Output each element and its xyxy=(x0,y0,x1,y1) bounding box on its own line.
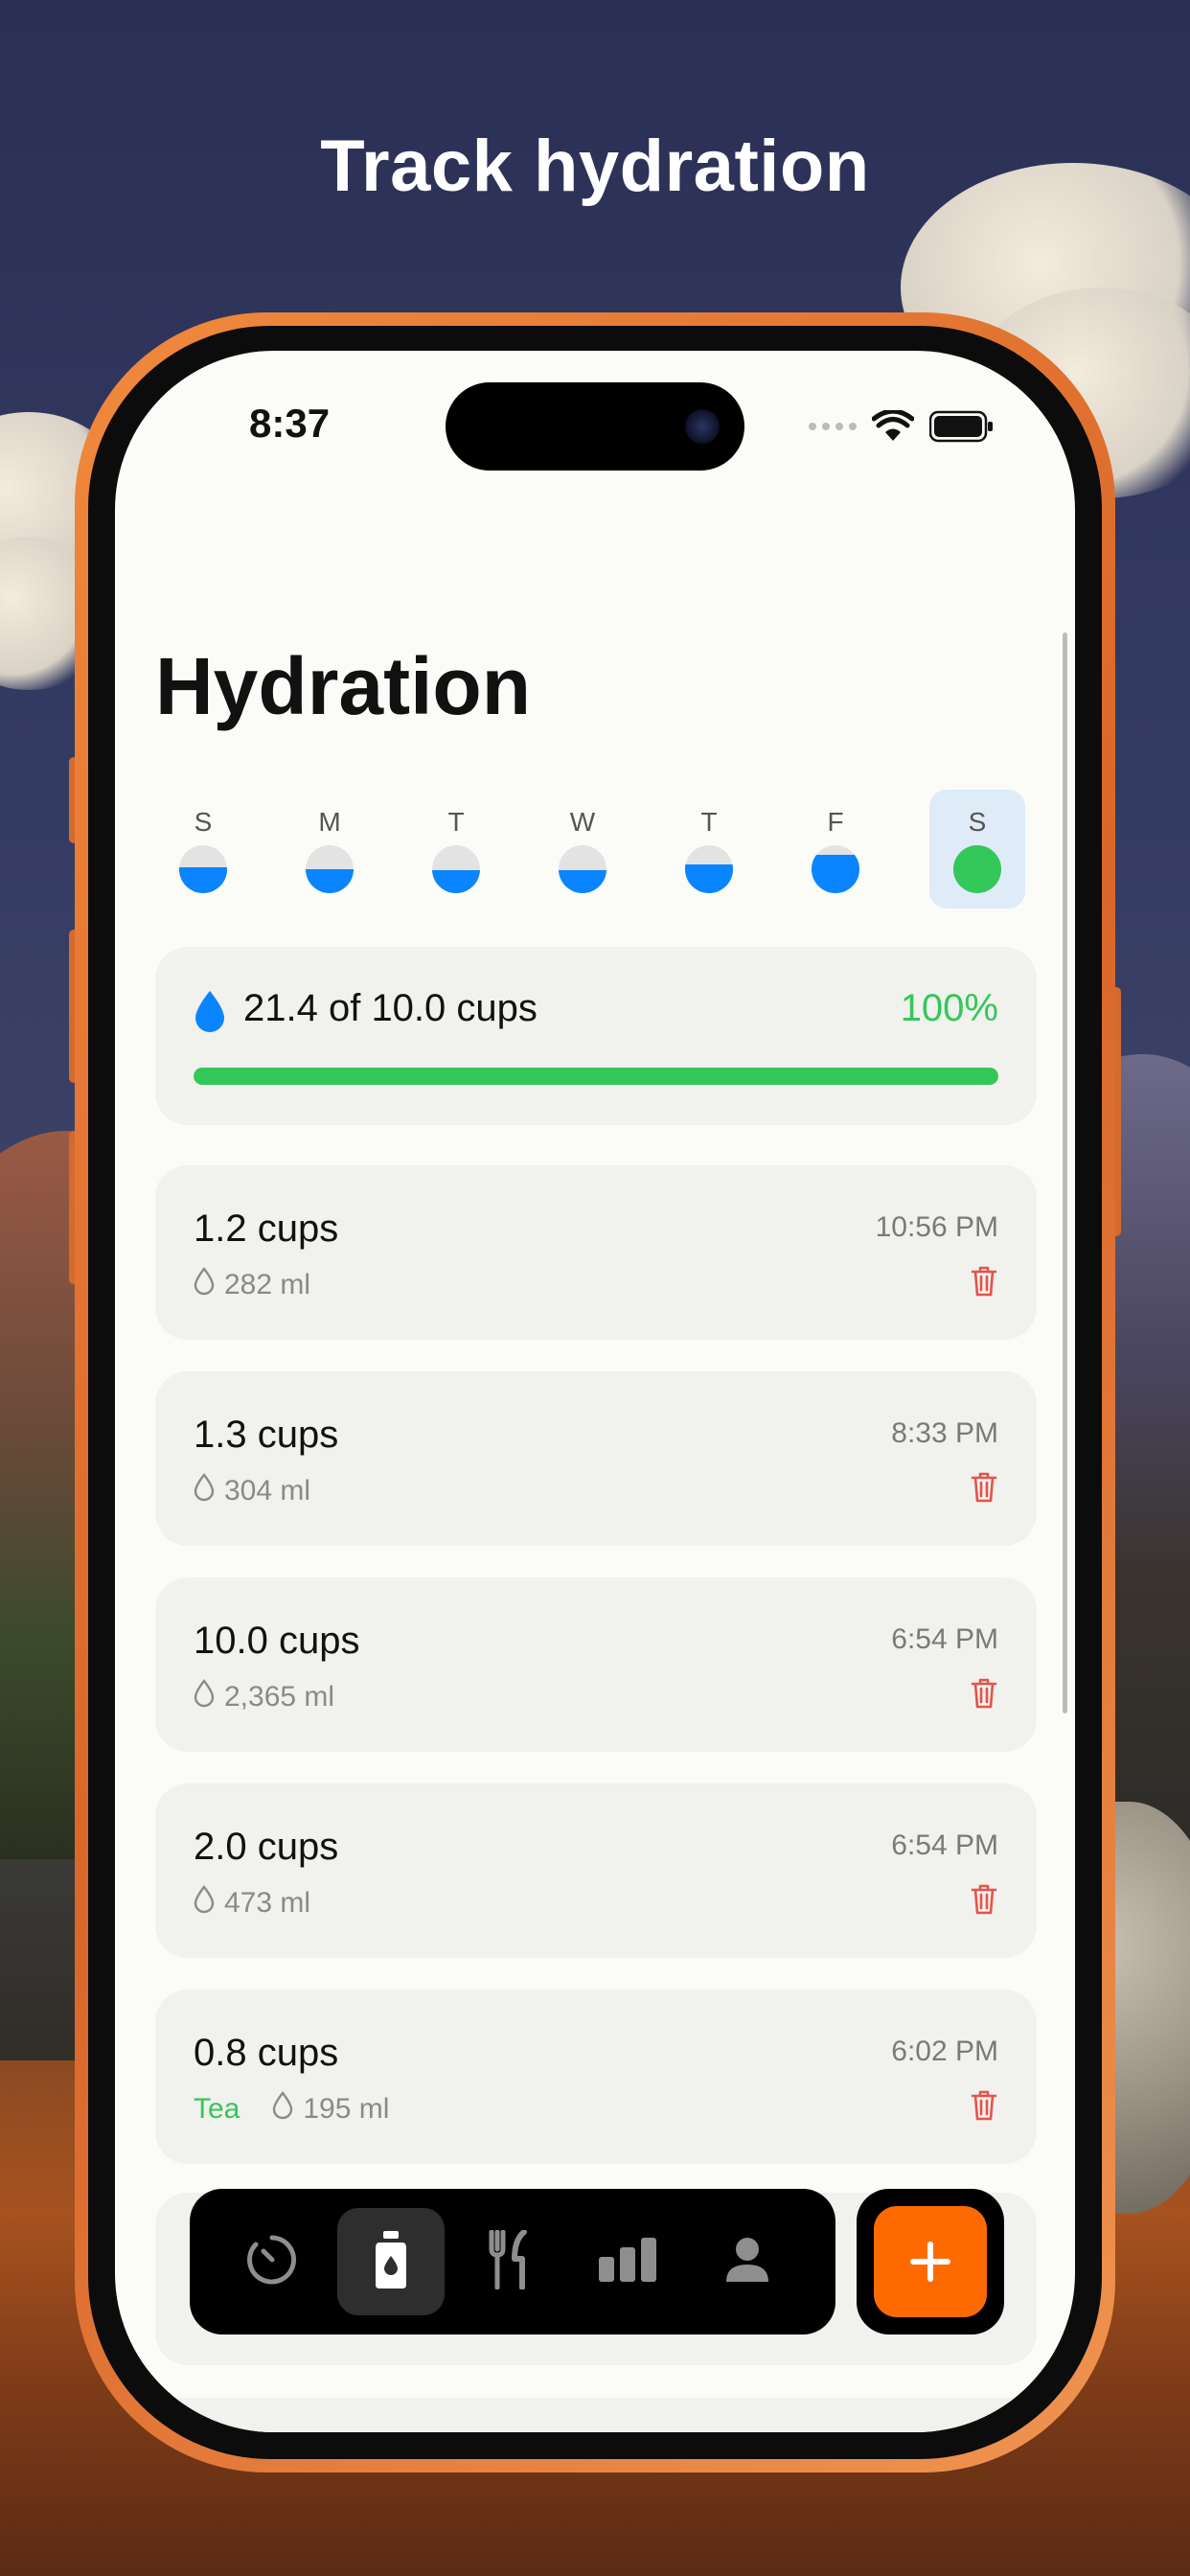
intake-entry[interactable]: 2.0 cups 6:54 PM 473 ml xyxy=(155,1783,1037,1958)
day-progress-fill xyxy=(685,864,733,893)
intake-progress-bar xyxy=(194,1068,998,1085)
day-letter: T xyxy=(700,807,718,837)
day-letter: W xyxy=(569,807,596,837)
day-4[interactable]: T xyxy=(661,790,757,908)
page-title: Hydration xyxy=(155,641,532,731)
entry-time: 6:54 PM xyxy=(891,1829,998,1861)
dynamic-island xyxy=(446,382,744,471)
entry-ml: 473 ml xyxy=(224,1887,311,1919)
camera-icon xyxy=(685,409,720,444)
status-time: 8:37 xyxy=(249,401,331,446)
day-progress-circle xyxy=(559,845,606,893)
day-progress-fill xyxy=(812,855,859,893)
trash-icon[interactable] xyxy=(970,2089,998,2127)
entry-details: Tea 195 ml xyxy=(194,2091,389,2128)
entry-amount: 1.3 cups xyxy=(194,1414,339,1456)
add-entry-button[interactable] xyxy=(874,2206,987,2317)
day-letter: S xyxy=(194,807,213,837)
intake-entry[interactable]: 10.0 cups 6:54 PM 2,365 ml xyxy=(155,1577,1037,1752)
day-letter: S xyxy=(968,807,987,837)
entry-details: 304 ml xyxy=(194,1473,310,1509)
day-3[interactable]: W xyxy=(535,790,630,908)
day-letter: F xyxy=(827,807,844,837)
entry-amount: 1.2 cups xyxy=(194,1208,339,1250)
phone-screen: 8:37 Hydration S M T W T F S 21.4 of 10.0 cups… xyxy=(115,351,1075,2432)
tab-person[interactable] xyxy=(694,2208,801,2315)
trash-icon[interactable] xyxy=(970,1471,998,1508)
daily-summary-card: 21.4 of 10.0 cups 100% xyxy=(155,947,1037,1125)
day-progress-circle xyxy=(953,845,1001,893)
day-progress-circle xyxy=(306,845,354,893)
day-progress-fill xyxy=(432,870,480,893)
scroll-indicator[interactable] xyxy=(1063,632,1067,1714)
water-drop-outline-icon xyxy=(272,2091,293,2128)
day-progress-fill xyxy=(559,870,606,893)
wifi-icon xyxy=(872,410,914,441)
battery-icon xyxy=(929,410,993,443)
tab-fork-knife[interactable] xyxy=(456,2208,563,2315)
day-progress-circle xyxy=(812,845,859,893)
tab-bar-chart[interactable] xyxy=(575,2208,682,2315)
day-progress-circle xyxy=(179,845,227,893)
day-2[interactable]: T xyxy=(408,790,504,908)
day-progress-circle xyxy=(685,845,733,893)
entry-amount: 2.0 cups xyxy=(194,1826,339,1868)
tab-bottle[interactable] xyxy=(337,2208,445,2315)
entry-time: 6:02 PM xyxy=(891,2036,998,2067)
intake-summary-text: 21.4 of 10.0 cups xyxy=(243,987,538,1029)
entry-details: 473 ml xyxy=(194,1885,310,1921)
tab-timer[interactable] xyxy=(218,2208,326,2315)
add-button-container xyxy=(857,2189,1004,2334)
day-letter: T xyxy=(447,807,465,837)
entry-ml: 195 ml xyxy=(303,2093,390,2125)
entry-amount: 0.8 cups xyxy=(194,2032,339,2074)
day-letter: M xyxy=(318,807,341,837)
marketing-headline: Track hydration xyxy=(320,126,870,207)
day-progress-fill xyxy=(179,866,227,893)
bottle-icon xyxy=(372,2229,410,2295)
water-drop-outline-icon xyxy=(194,1473,215,1509)
day-0[interactable]: S xyxy=(155,790,251,908)
tab-bar xyxy=(190,2189,835,2334)
water-drop-icon xyxy=(195,991,224,1032)
water-drop-outline-icon xyxy=(194,1267,215,1303)
trash-icon[interactable] xyxy=(970,1883,998,1920)
status-indicators xyxy=(809,410,995,443)
trash-icon[interactable] xyxy=(970,1677,998,1714)
week-selector: SMTWTFS xyxy=(155,790,1037,912)
intake-progress-fill xyxy=(194,1068,998,1085)
water-drop-outline-icon xyxy=(194,1885,215,1921)
fork-knife-icon xyxy=(486,2228,534,2294)
intake-entry[interactable]: 1.3 cups 8:33 PM 304 ml xyxy=(155,1371,1037,1546)
entry-details: 282 ml xyxy=(194,1267,310,1303)
bar-chart-icon xyxy=(597,2236,660,2288)
partially-hidden-card-edge xyxy=(155,2398,1037,2432)
water-drop-outline-icon xyxy=(194,1679,215,1715)
entry-time: 10:56 PM xyxy=(875,1211,998,1243)
beverage-tag: Tea xyxy=(194,2093,240,2125)
entry-time: 6:54 PM xyxy=(891,1623,998,1655)
signal-dots-icon xyxy=(809,423,857,430)
day-progress-fill xyxy=(306,869,354,893)
intake-entry[interactable]: 1.2 cups 10:56 PM 282 ml xyxy=(155,1165,1037,1340)
plus-icon xyxy=(910,2242,950,2282)
trash-icon[interactable] xyxy=(970,1265,998,1302)
intake-percent: 100% xyxy=(900,987,998,1029)
day-1[interactable]: M xyxy=(282,790,378,908)
day-progress-circle xyxy=(432,845,480,893)
intake-entry[interactable]: 0.8 cups 6:02 PM Tea 195 ml xyxy=(155,1990,1037,2164)
entry-amount: 10.0 cups xyxy=(194,1620,360,1662)
entry-ml: 282 ml xyxy=(224,1269,311,1300)
entry-time: 8:33 PM xyxy=(891,1417,998,1449)
day-6[interactable]: S xyxy=(929,790,1025,908)
person-icon xyxy=(724,2236,770,2288)
entry-ml: 2,365 ml xyxy=(224,1681,335,1713)
entry-ml: 304 ml xyxy=(224,1475,311,1506)
timer-icon xyxy=(244,2232,300,2292)
day-5[interactable]: F xyxy=(788,790,883,908)
entry-details: 2,365 ml xyxy=(194,1679,334,1715)
